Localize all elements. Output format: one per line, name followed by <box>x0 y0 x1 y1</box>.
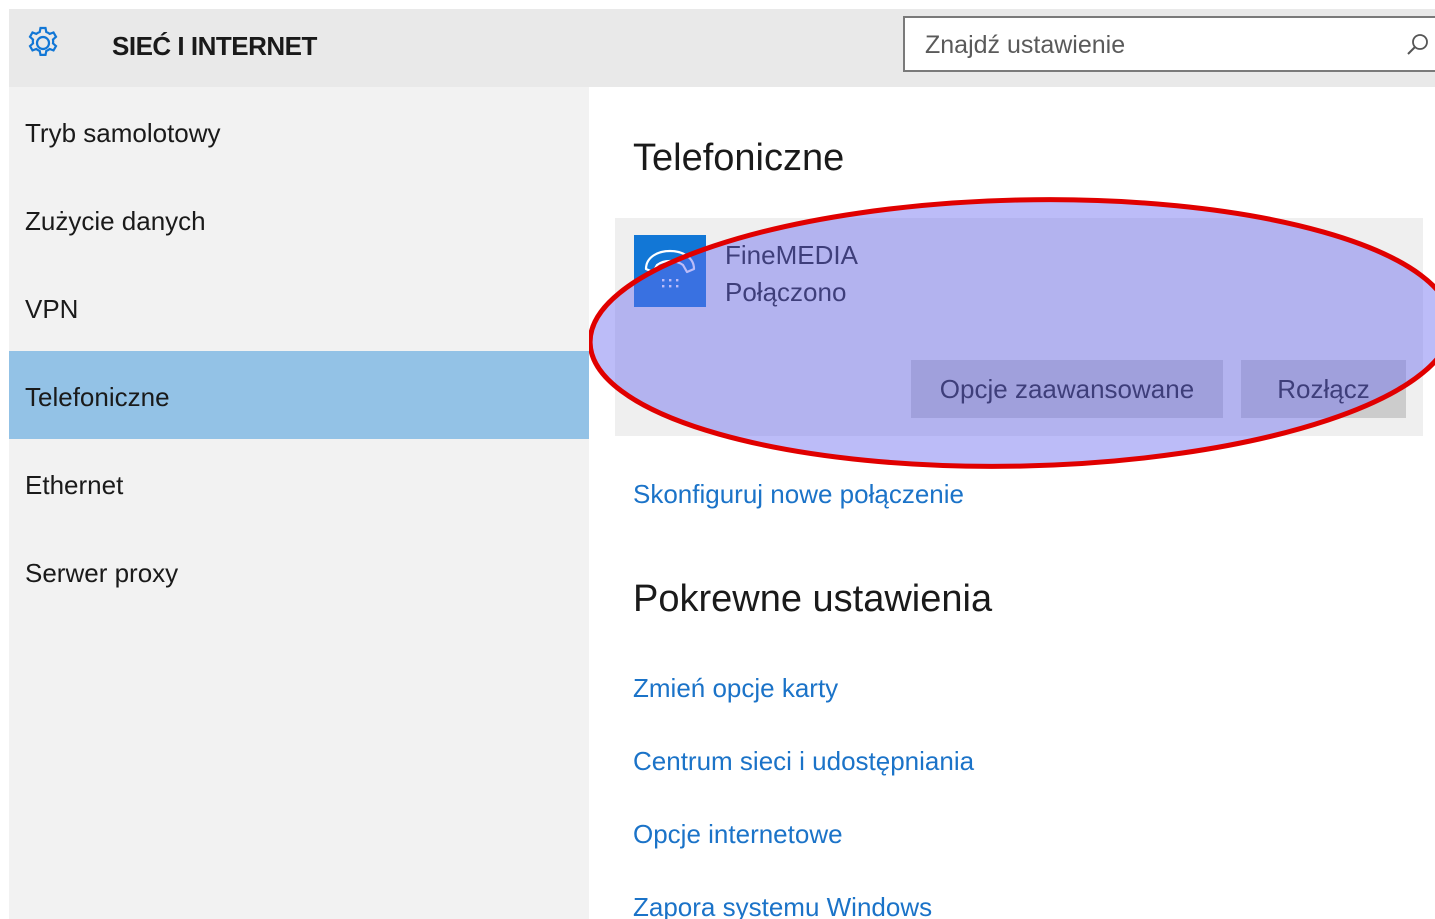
settings-window: SIEĆ I INTERNET Znajdź ustawienie Tryb s… <box>9 9 1435 919</box>
sidebar-item-label: Zużycie danych <box>25 206 206 236</box>
search-placeholder: Znajdź ustawienie <box>925 31 1126 59</box>
main-content: Telefoniczne FineMEDIA Połączono Opcje z… <box>589 87 1435 919</box>
search-input[interactable]: Znajdź ustawienie <box>903 16 1435 72</box>
sidebar-nav: Tryb samolotowy Zużycie danych VPN Telef… <box>9 87 589 919</box>
header-bar: SIEĆ I INTERNET Znajdź ustawienie <box>9 9 1435 87</box>
sidebar-item-ethernet[interactable]: Ethernet <box>9 439 589 527</box>
change-adapter-options-link[interactable]: Zmień opcje karty <box>633 673 838 703</box>
connection-name: FineMEDIA <box>725 240 858 270</box>
setup-new-connection-link[interactable]: Skonfiguruj nowe połączenie <box>633 479 964 509</box>
sidebar-item-label: VPN <box>25 294 79 324</box>
sidebar-item-label: Ethernet <box>25 470 124 500</box>
dialup-phone-icon <box>634 235 706 307</box>
sidebar-item-label: Tryb samolotowy <box>25 118 221 148</box>
sidebar-item-airplane-mode[interactable]: Tryb samolotowy <box>9 87 589 175</box>
sidebar-item-dialup[interactable]: Telefoniczne <box>9 351 589 439</box>
sidebar-item-label: Serwer proxy <box>25 558 179 588</box>
sidebar-item-vpn[interactable]: VPN <box>9 263 589 351</box>
windows-firewall-link[interactable]: Zapora systemu Windows <box>633 892 932 919</box>
internet-options-link[interactable]: Opcje internetowe <box>633 819 843 849</box>
sidebar-item-data-usage[interactable]: Zużycie danych <box>9 175 589 263</box>
page-title: Telefoniczne <box>633 137 845 179</box>
related-settings-title: Pokrewne ustawienia <box>633 578 993 620</box>
connection-card[interactable]: FineMEDIA Połączono Opcje zaawansowane R… <box>615 218 1423 436</box>
app-title: SIEĆ I INTERNET <box>112 31 317 61</box>
search-icon[interactable] <box>1405 32 1431 58</box>
network-sharing-center-link[interactable]: Centrum sieci i udostępniania <box>633 746 974 776</box>
disconnect-button[interactable]: Rozłącz <box>1241 360 1406 418</box>
gear-icon <box>28 26 58 56</box>
connection-status: Połączono <box>725 277 847 307</box>
advanced-options-button[interactable]: Opcje zaawansowane <box>911 360 1223 418</box>
sidebar-item-proxy[interactable]: Serwer proxy <box>9 527 589 615</box>
sidebar-item-label: Telefoniczne <box>25 382 170 412</box>
